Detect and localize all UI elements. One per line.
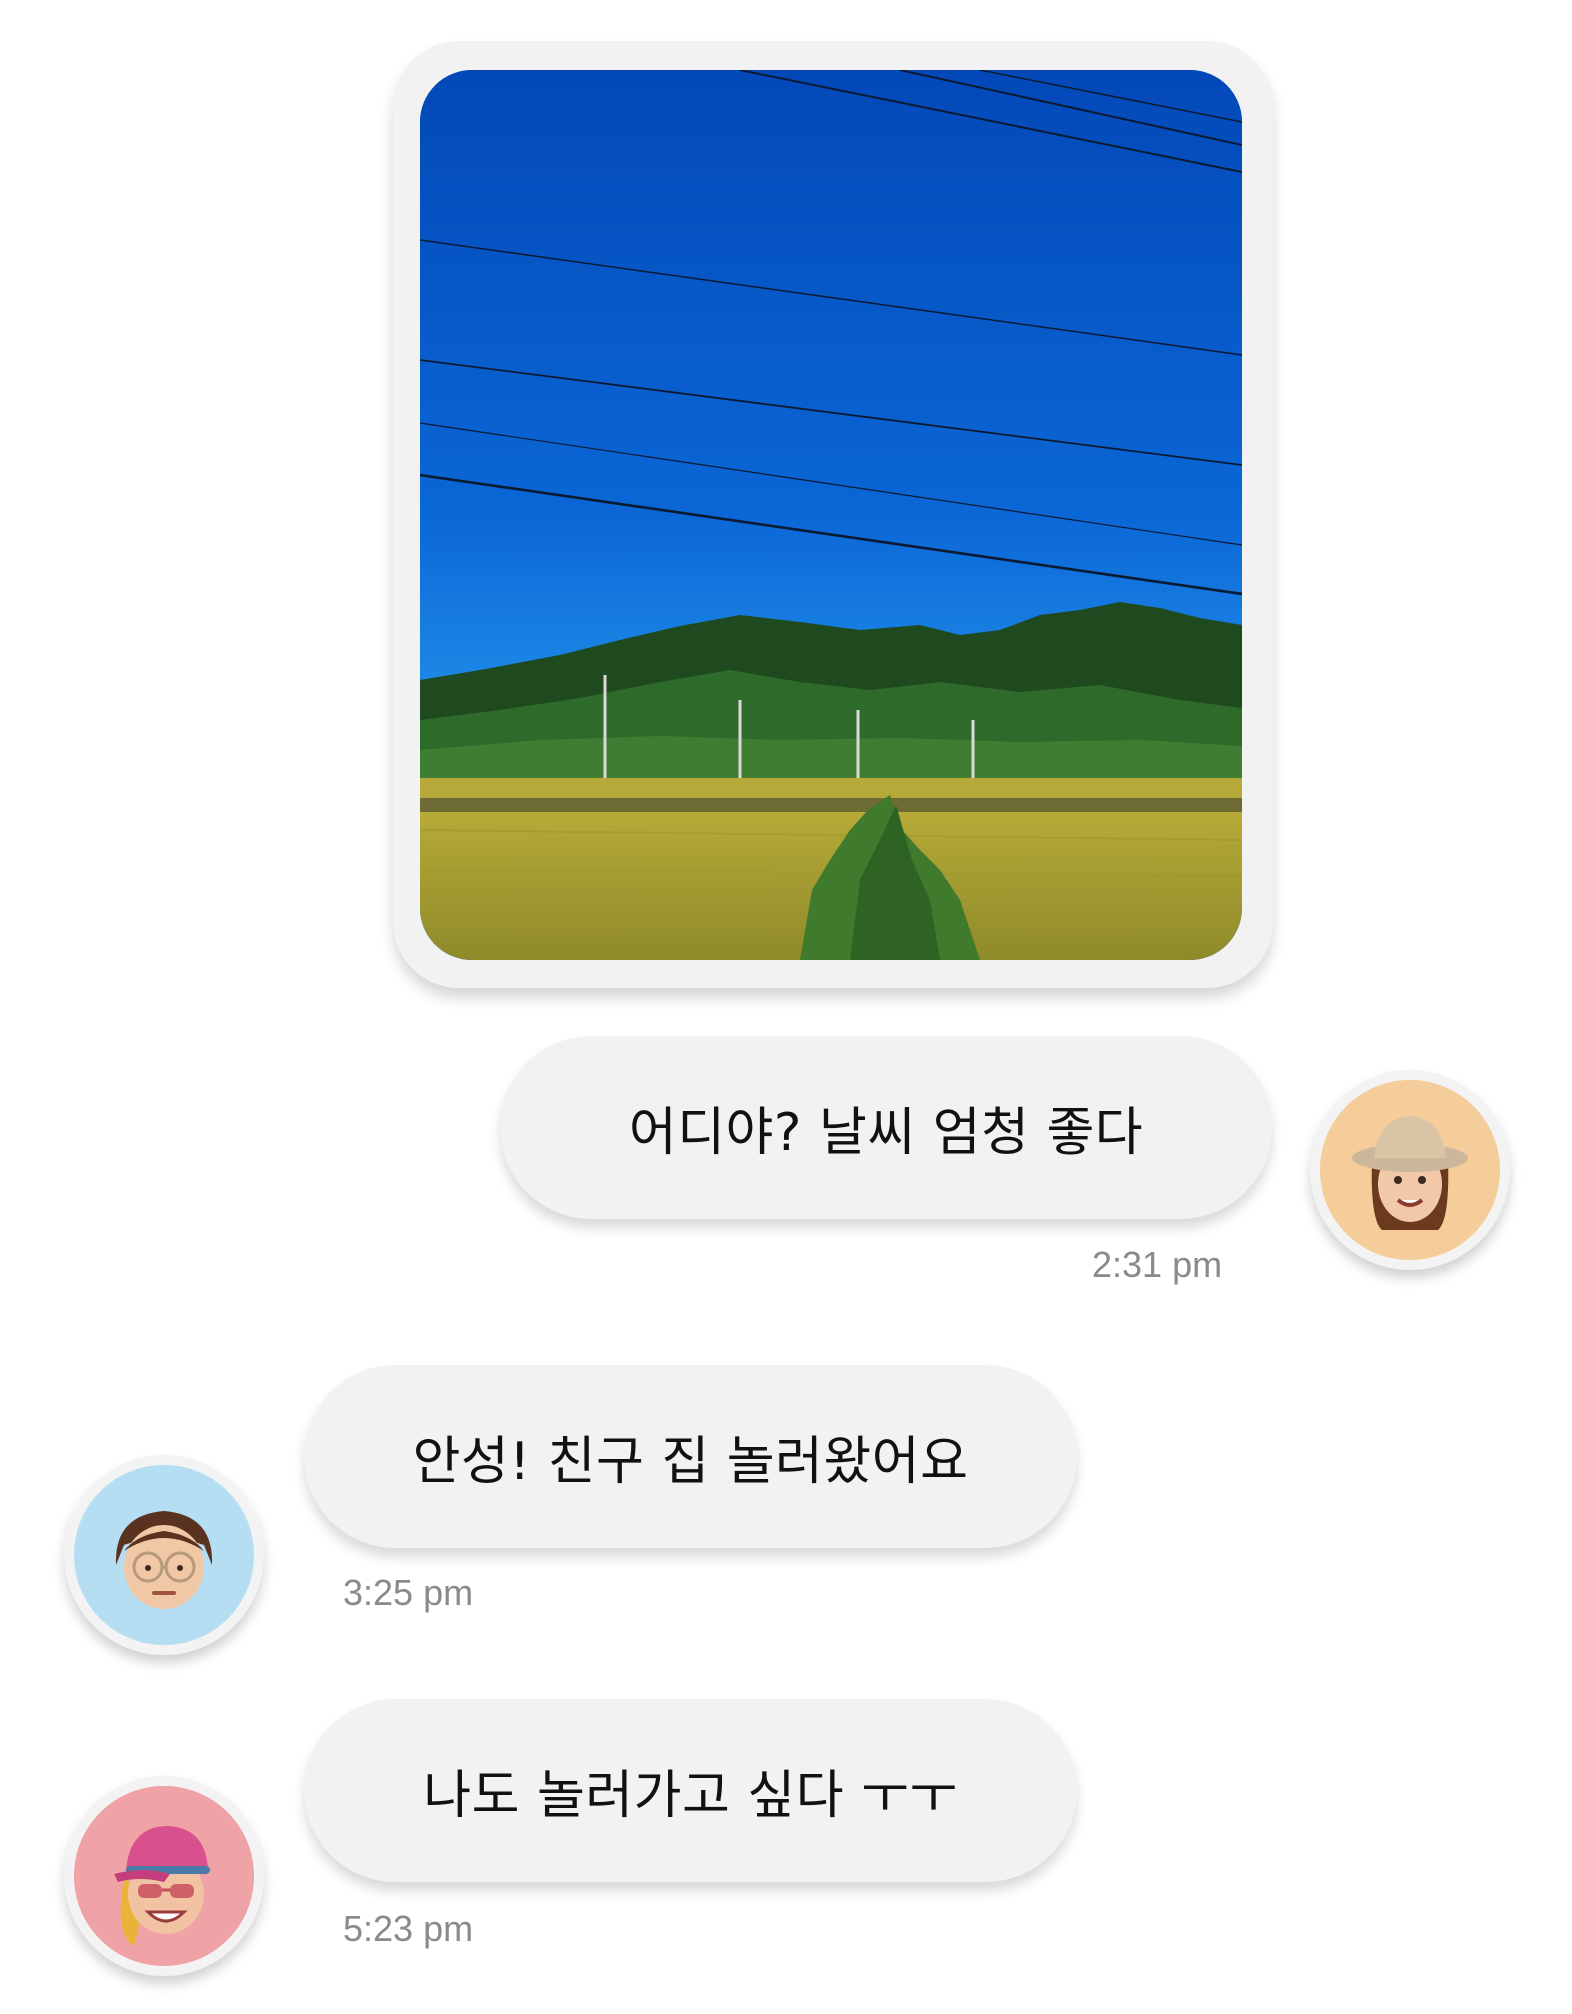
message-bubble-received[interactable]: 안성! 친구 집 놀러왔어요 [304, 1365, 1077, 1548]
photo-message[interactable] [393, 41, 1273, 988]
message-timestamp: 3:25 pm [343, 1572, 474, 1613]
avatar[interactable] [1310, 1070, 1510, 1270]
message-text: 안성! 친구 집 놀러왔어요 [412, 1432, 969, 1492]
avatar[interactable] [64, 1455, 264, 1655]
memoji-pink-cap-icon [74, 1786, 254, 1966]
message-bubble-received[interactable]: 나도 놀러가고 싶다 ㅜㅜ [304, 1699, 1077, 1882]
memoji-bucket-hat-icon [1320, 1080, 1500, 1260]
landscape-image [420, 70, 1242, 960]
landscape-photo[interactable] [420, 70, 1242, 960]
message-timestamp: 2:31 pm [1092, 1244, 1223, 1285]
message-bubble-sent[interactable]: 어디야? 날씨 엄청 좋다 [500, 1036, 1272, 1219]
memoji-glasses-icon [74, 1465, 254, 1645]
message-text: 어디야? 날씨 엄청 좋다 [628, 1103, 1144, 1163]
chat-thread: 어디야? 날씨 엄청 좋다 2:31 pm 안성! 친구 집 놀러왔어요 3:2… [0, 0, 1572, 2014]
avatar[interactable] [64, 1776, 264, 1976]
message-text: 나도 놀러가고 싶다 ㅜㅜ [423, 1766, 958, 1826]
message-timestamp: 5:23 pm [343, 1908, 474, 1949]
